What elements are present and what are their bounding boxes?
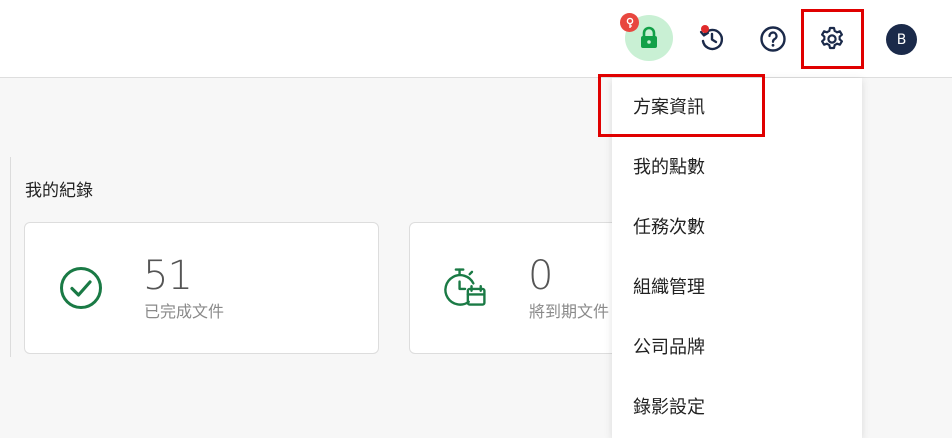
menu-item-my-points[interactable]: 我的點數: [633, 153, 705, 183]
avatar[interactable]: B: [886, 24, 917, 55]
avatar-initial: B: [896, 31, 907, 48]
section-title: 我的紀錄: [25, 181, 93, 201]
menu-item-organization[interactable]: 組織管理: [633, 273, 705, 303]
lock-icon: [641, 26, 657, 48]
completed-label: 已完成文件: [144, 302, 225, 321]
history-button[interactable]: [693, 20, 731, 58]
plan-info-highlight-box: [598, 74, 765, 137]
completed-documents-card[interactable]: 51 已完成文件: [24, 222, 379, 354]
expiring-count: 0: [528, 253, 553, 299]
help-circle-icon: [760, 26, 786, 52]
completed-count: 51: [143, 253, 193, 299]
check-circle-icon: [60, 267, 102, 309]
expiring-label: 將到期文件: [529, 302, 610, 321]
help-button[interactable]: [754, 20, 792, 58]
settings-highlight-box: [801, 9, 864, 69]
notification-dot: [701, 25, 709, 33]
menu-item-task-count[interactable]: 任務次數: [633, 213, 705, 243]
timer-calendar-icon: [444, 268, 486, 306]
menu-item-recording-settings[interactable]: 錄影設定: [633, 393, 705, 423]
divider: [10, 157, 11, 357]
key-badge: [620, 13, 639, 32]
key-icon: [626, 17, 633, 28]
menu-item-company-brand[interactable]: 公司品牌: [633, 333, 705, 363]
